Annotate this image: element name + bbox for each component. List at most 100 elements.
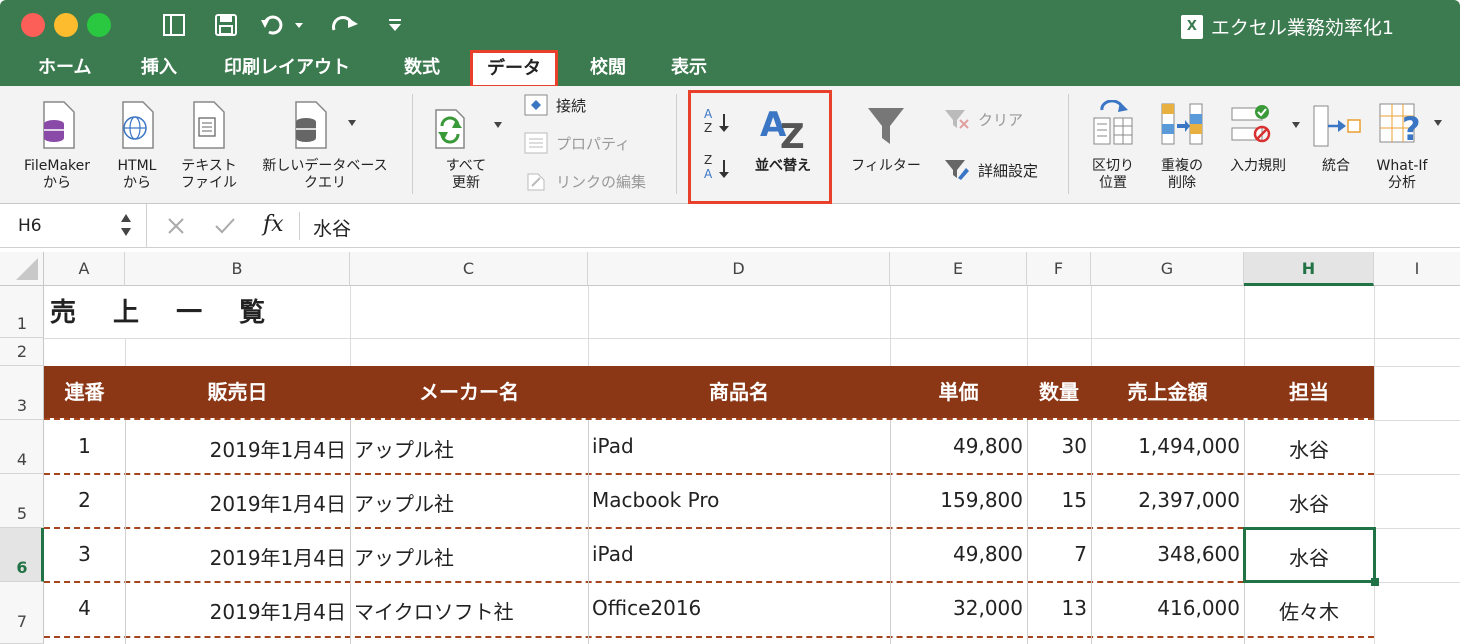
- cell-unit-price[interactable]: 32,000: [890, 596, 1023, 620]
- fill-handle[interactable]: [1371, 578, 1379, 586]
- formula-input[interactable]: 水谷: [313, 214, 351, 241]
- sidebar-icon[interactable]: [160, 10, 188, 40]
- cell-sale-date[interactable]: 2019年1月4日: [125, 542, 346, 571]
- row-header-5[interactable]: 5: [0, 474, 44, 528]
- cell-staff[interactable]: 水谷: [1244, 488, 1374, 517]
- cell-unit-price[interactable]: 49,800: [890, 542, 1023, 566]
- refresh-all-button[interactable]: すべて 更新: [428, 100, 504, 200]
- cell-staff[interactable]: 佐々木: [1244, 596, 1374, 625]
- customize-icon[interactable]: [385, 10, 405, 40]
- tab-review[interactable]: 校閲: [590, 52, 626, 86]
- worksheet-grid[interactable]: A B C D E F G H I 1 2 3 4 5 6 7 売 上 一 覧 …: [0, 252, 1460, 644]
- row-header-7[interactable]: 7: [0, 582, 44, 644]
- name-box-stepper-icon[interactable]: [118, 210, 134, 240]
- header-unit-price[interactable]: 単価: [890, 366, 1027, 418]
- header-product[interactable]: 商品名: [588, 366, 890, 418]
- minimize-window-button[interactable]: [54, 13, 78, 37]
- text-file-button[interactable]: テキスト ファイル: [172, 100, 246, 200]
- undo-icon[interactable]: [258, 10, 308, 40]
- cell-quantity[interactable]: 7: [1027, 542, 1087, 566]
- cell-sale-date[interactable]: 2019年1月4日: [125, 596, 346, 625]
- sort-button[interactable]: A Z 並べ替え: [746, 100, 820, 196]
- column-header-c[interactable]: C: [350, 252, 588, 286]
- cell-maker[interactable]: マイクロソフト社: [354, 596, 584, 625]
- name-box[interactable]: H6: [18, 216, 42, 236]
- row-header-4[interactable]: 4: [0, 420, 44, 474]
- cell-product[interactable]: iPad: [592, 542, 886, 566]
- enter-icon[interactable]: [214, 216, 236, 236]
- advanced-label: 詳細設定: [978, 161, 1039, 180]
- remove-duplicates-button[interactable]: 重複の 削除: [1150, 100, 1214, 200]
- column-header-a[interactable]: A: [44, 252, 125, 286]
- cell-maker[interactable]: アップル社: [354, 542, 584, 571]
- sort-descending-button[interactable]: Z A: [700, 150, 738, 186]
- column-header-f[interactable]: F: [1027, 252, 1091, 286]
- tab-formulas[interactable]: 数式: [404, 52, 440, 86]
- row-header-6[interactable]: 6: [0, 528, 44, 582]
- cell-sale-date[interactable]: 2019年1月4日: [125, 434, 346, 463]
- column-header-d[interactable]: D: [588, 252, 890, 286]
- from-html-button[interactable]: HTML から: [106, 100, 168, 200]
- cell-serial[interactable]: 1: [44, 434, 125, 458]
- column-header-g[interactable]: G: [1091, 252, 1244, 286]
- connections-button[interactable]: 接続: [524, 94, 586, 116]
- zoom-window-button[interactable]: [87, 13, 111, 37]
- header-sales-amount[interactable]: 売上金額: [1091, 366, 1244, 418]
- tab-view[interactable]: 表示: [671, 52, 707, 86]
- sheet-title[interactable]: 売 上 一 覧: [50, 292, 279, 329]
- tab-home[interactable]: ホーム: [38, 52, 91, 86]
- new-database-query-button[interactable]: 新しいデータベース クエリ: [250, 100, 400, 200]
- select-all-corner[interactable]: [0, 252, 44, 286]
- column-header-i[interactable]: I: [1374, 252, 1460, 286]
- column-header-h[interactable]: H: [1244, 252, 1374, 286]
- cell-product[interactable]: Macbook Pro: [592, 488, 886, 512]
- cell-maker[interactable]: アップル社: [354, 488, 584, 517]
- header-serial[interactable]: 連番: [44, 366, 125, 418]
- cell-product[interactable]: iPad: [592, 434, 886, 458]
- from-filemaker-button[interactable]: FileMaker から: [14, 100, 100, 200]
- cell-unit-price[interactable]: 49,800: [890, 434, 1023, 458]
- header-maker[interactable]: メーカー名: [350, 366, 588, 418]
- advanced-filter-button[interactable]: 詳細設定: [944, 158, 1038, 182]
- insert-function-button[interactable]: fx: [263, 212, 284, 237]
- cell-serial[interactable]: 4: [44, 596, 125, 620]
- document-title-text: エクセル業務効率化1: [1210, 17, 1394, 39]
- row-header-1[interactable]: 1: [0, 286, 44, 338]
- column-header-b[interactable]: B: [125, 252, 350, 286]
- cell-quantity[interactable]: 30: [1027, 434, 1087, 458]
- cancel-icon[interactable]: [166, 216, 186, 236]
- sort-z-to-a-icon: Z A: [704, 153, 729, 181]
- row-header-3[interactable]: 3: [0, 366, 44, 420]
- cell-sales-amount[interactable]: 416,000: [1091, 596, 1240, 620]
- header-quantity[interactable]: 数量: [1027, 366, 1091, 418]
- cell-quantity[interactable]: 15: [1027, 488, 1087, 512]
- cell-sales-amount[interactable]: 1,494,000: [1091, 434, 1240, 458]
- tab-data[interactable]: データ: [470, 50, 558, 88]
- header-staff[interactable]: 担当: [1244, 366, 1374, 418]
- data-validation-button[interactable]: 入力規則: [1222, 100, 1308, 196]
- gridline: [890, 286, 891, 366]
- save-icon[interactable]: [212, 10, 240, 40]
- cell-sale-date[interactable]: 2019年1月4日: [125, 488, 346, 517]
- header-sale-date[interactable]: 販売日: [125, 366, 350, 418]
- sort-ascending-button[interactable]: A Z: [700, 104, 738, 140]
- cell-product[interactable]: Office2016: [592, 596, 886, 620]
- cell-serial[interactable]: 2: [44, 488, 125, 512]
- close-window-button[interactable]: [21, 13, 45, 37]
- cell-sales-amount[interactable]: 2,397,000: [1091, 488, 1240, 512]
- what-if-analysis-button[interactable]: ? What-If 分析: [1372, 100, 1448, 200]
- filter-button[interactable]: フィルター: [842, 100, 930, 196]
- cell-quantity[interactable]: 13: [1027, 596, 1087, 620]
- consolidate-button[interactable]: 統合: [1308, 100, 1364, 196]
- row-header-2[interactable]: 2: [0, 338, 44, 366]
- tab-insert[interactable]: 挿入: [141, 52, 177, 86]
- cell-unit-price[interactable]: 159,800: [890, 488, 1023, 512]
- tab-page-layout[interactable]: 印刷レイアウト: [224, 52, 350, 86]
- cell-maker[interactable]: アップル社: [354, 434, 584, 463]
- cell-serial[interactable]: 3: [44, 542, 125, 566]
- cell-sales-amount[interactable]: 348,600: [1091, 542, 1240, 566]
- column-header-e[interactable]: E: [890, 252, 1027, 286]
- redo-icon[interactable]: [330, 10, 360, 40]
- text-to-columns-button[interactable]: 区切り 位置: [1082, 100, 1144, 200]
- cell-staff[interactable]: 水谷: [1244, 434, 1374, 463]
